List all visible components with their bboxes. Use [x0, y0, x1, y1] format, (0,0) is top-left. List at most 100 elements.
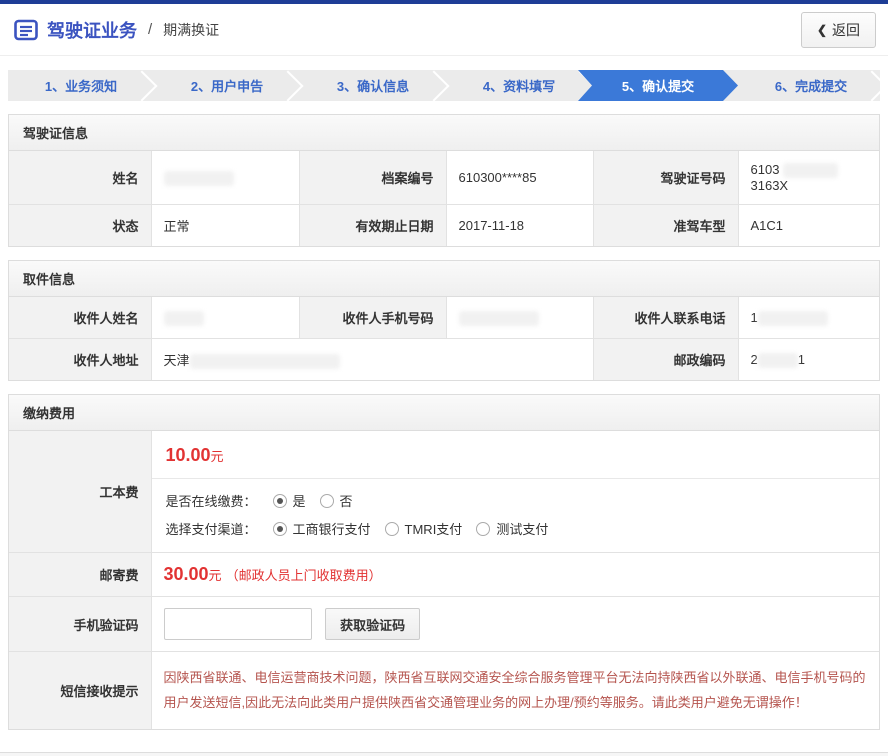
step-3-confirm-info: 3、确认信息: [300, 70, 446, 101]
table-row: 短信接收提示 因陕西省联通、电信运营商技术问题，陕西省互联网交通安全综合服务管理…: [9, 652, 879, 729]
header: 驾驶证业务 / 期满换证 ❮ 返回: [0, 4, 888, 56]
recipient-mobile-value: [446, 297, 593, 339]
recipient-name-value: [151, 297, 299, 339]
section-title: 缴纳费用: [9, 395, 879, 431]
chevron-left-icon: ❮: [817, 23, 827, 37]
table-row: 邮寄费 30.00元（邮政人员上门收取费用）: [9, 553, 879, 597]
breadcrumb-current: 期满换证: [163, 20, 219, 40]
section-title: 取件信息: [9, 261, 879, 297]
zip-prefix: 2: [751, 352, 758, 367]
divider: [152, 478, 880, 479]
license-card-icon: [14, 19, 38, 41]
redacted-recipient-name: [164, 311, 204, 326]
postage-amount: 30.00: [164, 564, 209, 584]
recipient-name-label: 收件人姓名: [9, 297, 151, 339]
status-value: 正常: [151, 205, 299, 247]
channel-test-radio[interactable]: 测试支付: [476, 519, 548, 538]
table-row: 手机验证码 获取验证码: [9, 597, 879, 652]
fees-table: 工本费 10.00元 是否在线缴费： 是 否 选择支付渠道： 工商银行支付 TM…: [9, 431, 879, 729]
get-captcha-button[interactable]: 获取验证码: [325, 608, 420, 640]
breadcrumb-separator: /: [148, 21, 152, 38]
fees-section: 缴纳费用 工本费 10.00元 是否在线缴费： 是 否 选择支付渠道：: [8, 394, 880, 730]
expiry-label: 有效期止日期: [299, 205, 446, 247]
step-4-fill-data: 4、资料填写: [446, 70, 592, 101]
redacted-license-no: [783, 163, 838, 178]
radio-label: 是: [293, 491, 306, 510]
pay-channel-row: 选择支付渠道： 工商银行支付 TMRI支付 测试支付: [166, 519, 866, 538]
radio-unchecked-icon: [320, 494, 334, 508]
step-label: 4、资料填写: [483, 76, 555, 95]
license-no-suffix: 3163X: [751, 178, 789, 193]
table-row: 姓名 档案编号 610300****85 驾驶证号码 6103 3163X: [9, 151, 879, 205]
radio-checked-icon: [273, 522, 287, 536]
step-2-user-declaration: 2、用户申告: [154, 70, 300, 101]
file-no-label: 档案编号: [299, 151, 446, 205]
postage-note: （邮政人员上门收取费用）: [226, 568, 382, 583]
fee-amount: 10.00: [166, 445, 211, 465]
address-value: 天津: [151, 339, 593, 381]
radio-label: TMRI支付: [405, 519, 463, 538]
channel-icbc-radio[interactable]: 工商银行支付: [273, 519, 371, 538]
back-button-label: 返回: [832, 20, 860, 40]
page-title: 驾驶证业务: [47, 17, 137, 43]
footer-action-bar: 上一步 完成: [0, 752, 888, 756]
step-progress-bar: 1、业务须知 2、用户申告 3、确认信息 4、资料填写 5、确认提交 6、完成提…: [8, 70, 880, 101]
section-title: 驾驶证信息: [9, 115, 879, 151]
vehicle-type-label: 准驾车型: [593, 205, 738, 247]
fee-amount-line: 10.00元: [166, 445, 866, 466]
file-no-value: 610300****85: [446, 151, 593, 205]
postage-label: 邮寄费: [9, 553, 151, 597]
captcha-input[interactable]: [164, 608, 312, 640]
radio-label: 工商银行支付: [293, 519, 371, 538]
table-row: 状态 正常 有效期止日期 2017-11-18 准驾车型 A1C1: [9, 205, 879, 247]
zip-label: 邮政编码: [593, 339, 738, 381]
redacted-address: [190, 354, 340, 369]
expiry-value: 2017-11-18: [446, 205, 593, 247]
redacted-zip: [758, 353, 798, 368]
radio-unchecked-icon: [476, 522, 490, 536]
radio-checked-icon: [273, 494, 287, 508]
status-label: 状态: [9, 205, 151, 247]
sms-tip-text: 因陕西省联通、电信运营商技术问题，陕西省互联网交通安全综合服务管理平台无法向持陕…: [164, 663, 868, 718]
radio-unchecked-icon: [385, 522, 399, 536]
redacted-phone: [758, 311, 828, 326]
back-button[interactable]: ❮ 返回: [801, 12, 876, 48]
name-value: [151, 151, 299, 205]
recipient-phone-label: 收件人联系电话: [593, 297, 738, 339]
pay-channel-caption: 选择支付渠道：: [166, 519, 257, 538]
step-label: 5、确认提交: [622, 76, 694, 95]
table-row: 收件人姓名 收件人手机号码 收件人联系电话 1: [9, 297, 879, 339]
sms-tip-label: 短信接收提示: [9, 652, 151, 729]
step-label: 2、用户申告: [191, 76, 263, 95]
zip-suffix: 1: [798, 352, 805, 367]
step-5-confirm-submit-active: 5、确认提交: [578, 70, 738, 101]
radio-label: 测试支付: [496, 519, 548, 538]
step-label: 1、业务须知: [45, 76, 117, 95]
channel-tmri-radio[interactable]: TMRI支付: [385, 519, 463, 538]
header-title-group: 驾驶证业务 / 期满换证: [14, 17, 219, 43]
step-6-complete-submit: 6、完成提交: [738, 70, 880, 101]
license-info-section: 驾驶证信息 姓名 档案编号 610300****85 驾驶证号码 6103 31…: [8, 114, 880, 247]
vehicle-type-value: A1C1: [738, 205, 879, 247]
license-no-label: 驾驶证号码: [593, 151, 738, 205]
online-pay-caption: 是否在线缴费：: [166, 491, 257, 510]
online-pay-no-radio[interactable]: 否: [320, 491, 353, 510]
name-label: 姓名: [9, 151, 151, 205]
step-1-business-notice: 1、业务须知: [8, 70, 154, 101]
online-pay-yes-radio[interactable]: 是: [273, 491, 306, 510]
address-label: 收件人地址: [9, 339, 151, 381]
pickup-info-section: 取件信息 收件人姓名 收件人手机号码 收件人联系电话 1 收件人地址 天津 邮政…: [8, 260, 880, 381]
license-no-prefix: 6103: [751, 162, 780, 177]
step-label: 6、完成提交: [775, 76, 847, 95]
redacted-mobile: [459, 311, 539, 326]
sms-tip-cell: 因陕西省联通、电信运营商技术问题，陕西省互联网交通安全综合服务管理平台无法向持陕…: [151, 652, 879, 729]
recipient-phone-value: 1: [738, 297, 879, 339]
redacted-name: [164, 171, 234, 186]
captcha-label: 手机验证码: [9, 597, 151, 652]
recipient-mobile-label: 收件人手机号码: [299, 297, 446, 339]
table-row: 收件人地址 天津 邮政编码 2 1: [9, 339, 879, 381]
address-prefix: 天津: [164, 353, 190, 368]
fee-value-cell: 10.00元 是否在线缴费： 是 否 选择支付渠道： 工商银行支付 TMRI支付…: [151, 431, 879, 553]
pickup-info-table: 收件人姓名 收件人手机号码 收件人联系电话 1 收件人地址 天津 邮政编码 2 1: [9, 297, 879, 380]
captcha-cell: 获取验证码: [151, 597, 879, 652]
